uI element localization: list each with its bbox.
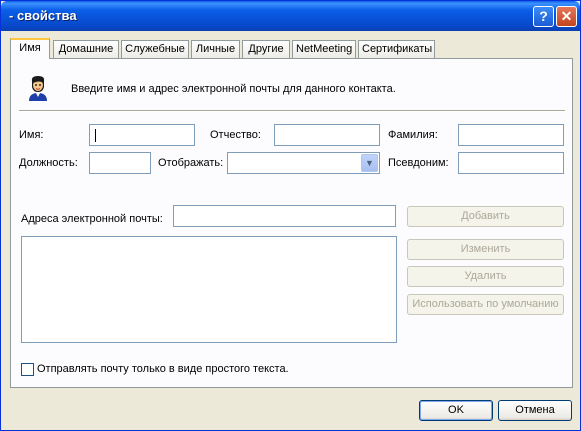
tab-home[interactable]: Домашние bbox=[53, 40, 119, 58]
tab-panel-name: Введите имя и адрес электронной почты дл… bbox=[10, 58, 573, 388]
help-button[interactable]: ? bbox=[533, 6, 554, 27]
email-list[interactable] bbox=[21, 236, 397, 343]
separator bbox=[19, 110, 565, 112]
middle-name-input[interactable] bbox=[274, 124, 380, 146]
tab-business[interactable]: Служебные bbox=[121, 40, 189, 58]
tab-other[interactable]: Другие bbox=[242, 40, 290, 58]
first-name-label: Имя: bbox=[19, 129, 44, 141]
tab-netmeeting[interactable]: NetMeeting bbox=[292, 40, 356, 58]
last-name-label: Фамилия: bbox=[388, 129, 438, 141]
edit-email-button[interactable]: Изменить bbox=[407, 239, 564, 260]
ok-button[interactable]: OK bbox=[419, 400, 493, 421]
middle-name-label: Отчество: bbox=[210, 129, 261, 141]
tab-personal[interactable]: Личные bbox=[191, 40, 240, 58]
plain-text-checkbox-label[interactable]: Отправлять почту только в виде простого … bbox=[37, 363, 289, 375]
text-cursor bbox=[95, 129, 96, 142]
title-bar[interactable]: - свойства ? ✕ bbox=[1, 1, 580, 31]
job-title-label: Должность: bbox=[19, 157, 78, 169]
close-button[interactable]: ✕ bbox=[556, 6, 577, 27]
last-name-input[interactable] bbox=[458, 124, 564, 146]
contact-person-icon bbox=[29, 76, 47, 101]
first-name-input[interactable] bbox=[89, 124, 195, 146]
tab-name[interactable]: Имя bbox=[10, 38, 50, 59]
set-default-email-button[interactable]: Использовать по умолчанию bbox=[407, 294, 564, 315]
cancel-button[interactable]: Отмена bbox=[498, 400, 572, 421]
nickname-input[interactable] bbox=[458, 152, 564, 174]
remove-email-button[interactable]: Удалить bbox=[407, 266, 564, 287]
plain-text-checkbox[interactable] bbox=[21, 363, 34, 376]
display-label: Отображать: bbox=[158, 157, 224, 169]
add-email-button[interactable]: Добавить bbox=[407, 206, 564, 227]
window-title: - свойства bbox=[9, 8, 77, 23]
properties-dialog: - свойства ? ✕ Имя Домашние Служебные Ли… bbox=[0, 0, 581, 431]
display-select[interactable]: ▼ bbox=[227, 152, 380, 174]
email-label: Адреса электронной почты: bbox=[21, 213, 163, 225]
tab-certificates[interactable]: Сертификаты bbox=[358, 40, 435, 58]
email-input[interactable] bbox=[173, 205, 396, 227]
job-title-input[interactable] bbox=[89, 152, 151, 174]
chevron-down-icon[interactable]: ▼ bbox=[361, 154, 378, 172]
intro-text: Введите имя и адрес электронной почты дл… bbox=[71, 83, 396, 95]
nickname-label: Псевдоним: bbox=[388, 157, 449, 169]
